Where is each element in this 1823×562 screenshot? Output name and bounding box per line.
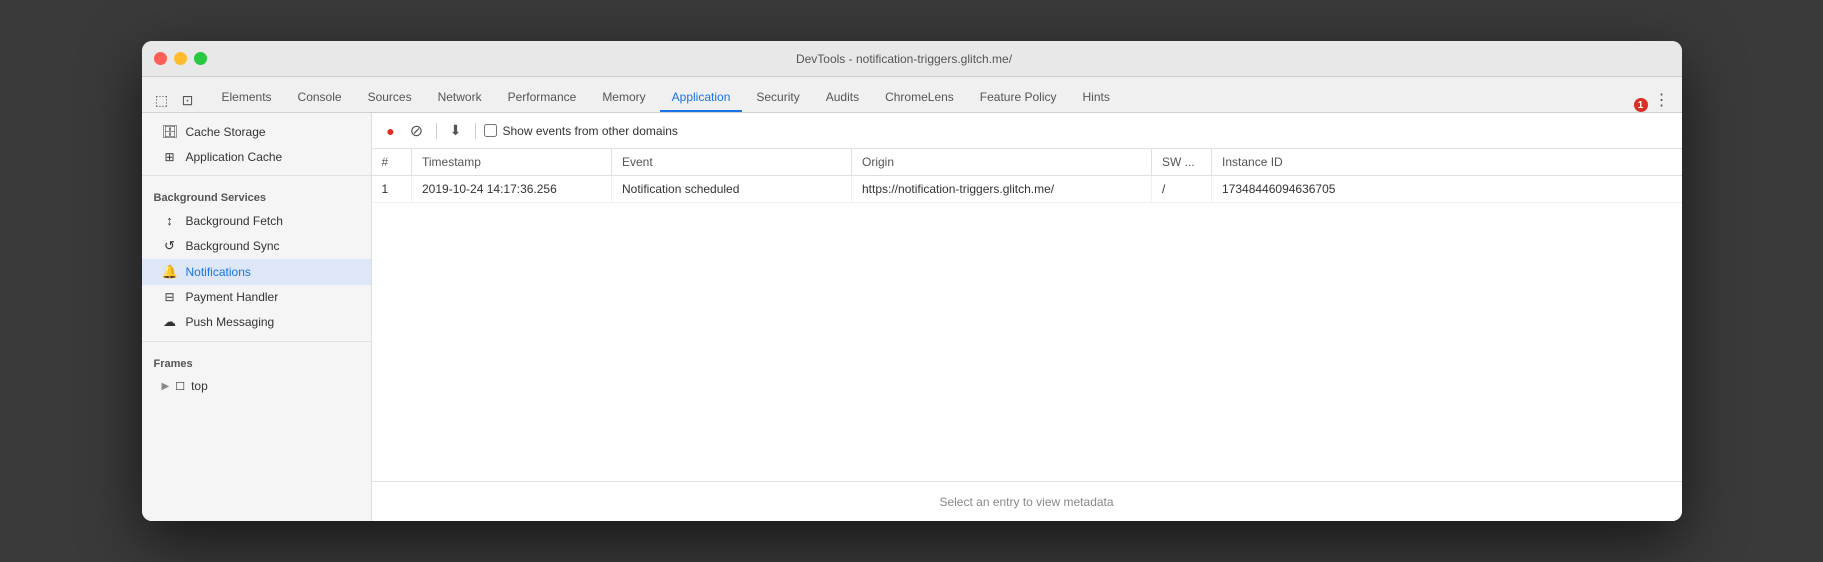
clear-button[interactable]: ⊘ <box>406 120 428 142</box>
record-button[interactable]: ● <box>380 120 402 142</box>
frame-icon: ☐ <box>175 380 185 393</box>
cell-sw: / <box>1152 176 1212 203</box>
content-area: ● ⊘ ⬇ Show events from other domains # T… <box>372 113 1682 521</box>
inspect-icon[interactable]: ⬚ <box>150 88 174 112</box>
background-fetch-icon: ↕ <box>162 213 178 228</box>
background-sync-icon: ↺ <box>162 238 178 254</box>
select-entry-text: Select an entry to view metadata <box>939 495 1113 509</box>
window-title: DevTools - notification-triggers.glitch.… <box>219 52 1590 66</box>
col-header-timestamp: Timestamp <box>412 149 612 176</box>
toolbar-separator <box>436 123 437 139</box>
error-count-icon: 1 <box>1634 98 1648 112</box>
events-table: # Timestamp Event Origin SW ... Instance… <box>372 149 1682 203</box>
tab-security[interactable]: Security <box>744 84 811 112</box>
cell-origin: https://notification-triggers.glitch.me/ <box>852 176 1152 203</box>
tab-audits[interactable]: Audits <box>814 84 871 112</box>
cell-event: Notification scheduled <box>612 176 852 203</box>
cache-storage-icon: 🗄 <box>162 124 178 140</box>
sidebar-item-top[interactable]: ▶ ☐ top <box>142 374 371 398</box>
sidebar-item-cache-storage[interactable]: 🗄 Cache Storage <box>142 119 371 145</box>
toolbar-icons: ⬚ ⊡ <box>150 88 200 112</box>
sidebar-item-notifications[interactable]: 🔔 Notifications <box>142 259 371 285</box>
sidebar-item-background-sync[interactable]: ↺ Background Sync <box>142 233 371 259</box>
sidebar-divider-2 <box>142 341 371 342</box>
background-services-header: Background Services <box>142 182 371 208</box>
col-header-origin: Origin <box>852 149 1152 176</box>
col-header-event: Event <box>612 149 852 176</box>
cell-instance-id: 17348446094636705 <box>1212 176 1682 203</box>
error-badge: 1 <box>1634 98 1648 112</box>
bottom-bar: Select an entry to view metadata <box>372 481 1682 521</box>
sidebar-item-background-fetch[interactable]: ↕ Background Fetch <box>142 208 371 233</box>
device-icon[interactable]: ⊡ <box>176 88 200 112</box>
tab-sources[interactable]: Sources <box>356 84 424 112</box>
tab-featurepolicy[interactable]: Feature Policy <box>968 84 1069 112</box>
show-other-domains-label[interactable]: Show events from other domains <box>484 124 678 138</box>
download-button[interactable]: ⬇ <box>445 120 467 142</box>
minimize-button[interactable] <box>174 52 187 65</box>
tab-chromelens[interactable]: ChromeLens <box>873 84 966 112</box>
payment-handler-icon: ⊟ <box>162 290 178 304</box>
table-container: # Timestamp Event Origin SW ... Instance… <box>372 149 1682 481</box>
tab-elements[interactable]: Elements <box>210 84 284 112</box>
arrow-icon: ▶ <box>162 381 170 392</box>
maximize-button[interactable] <box>194 52 207 65</box>
push-messaging-icon: ☁ <box>162 314 178 330</box>
close-button[interactable] <box>154 52 167 65</box>
tab-network[interactable]: Network <box>426 84 494 112</box>
cell-timestamp: 2019-10-24 14:17:36.256 <box>412 176 612 203</box>
toolbar-separator-2 <box>475 123 476 139</box>
application-cache-icon: ⊞ <box>162 150 178 164</box>
main-content: 🗄 Cache Storage ⊞ Application Cache Back… <box>142 113 1682 521</box>
window-controls <box>154 52 207 65</box>
devtools-tabs: ⬚ ⊡ Elements Console Sources Network Per… <box>142 77 1682 113</box>
sidebar-item-payment-handler[interactable]: ⊟ Payment Handler <box>142 285 371 309</box>
tab-console[interactable]: Console <box>286 84 354 112</box>
frames-header: Frames <box>142 348 371 374</box>
notification-toolbar: ● ⊘ ⬇ Show events from other domains <box>372 113 1682 149</box>
tab-hints[interactable]: Hints <box>1071 84 1122 112</box>
col-header-instance-id: Instance ID <box>1212 149 1682 176</box>
col-header-sw: SW ... <box>1152 149 1212 176</box>
table-body: 1 2019-10-24 14:17:36.256 Notification s… <box>372 176 1682 203</box>
devtools-window: DevTools - notification-triggers.glitch.… <box>142 41 1682 521</box>
tab-performance[interactable]: Performance <box>496 84 589 112</box>
table-row[interactable]: 1 2019-10-24 14:17:36.256 Notification s… <box>372 176 1682 203</box>
col-header-num: # <box>372 149 412 176</box>
sidebar-item-application-cache[interactable]: ⊞ Application Cache <box>142 145 371 169</box>
table-header: # Timestamp Event Origin SW ... Instance… <box>372 149 1682 176</box>
notifications-icon: 🔔 <box>162 264 178 280</box>
tab-application[interactable]: Application <box>660 84 743 112</box>
show-other-domains-checkbox[interactable] <box>484 124 497 137</box>
tab-memory[interactable]: Memory <box>590 84 657 112</box>
sidebar: 🗄 Cache Storage ⊞ Application Cache Back… <box>142 113 372 521</box>
sidebar-divider-1 <box>142 175 371 176</box>
cell-num: 1 <box>372 176 412 203</box>
more-options-button[interactable]: ⋮ <box>1650 88 1674 112</box>
sidebar-item-push-messaging[interactable]: ☁ Push Messaging <box>142 309 371 335</box>
titlebar: DevTools - notification-triggers.glitch.… <box>142 41 1682 77</box>
